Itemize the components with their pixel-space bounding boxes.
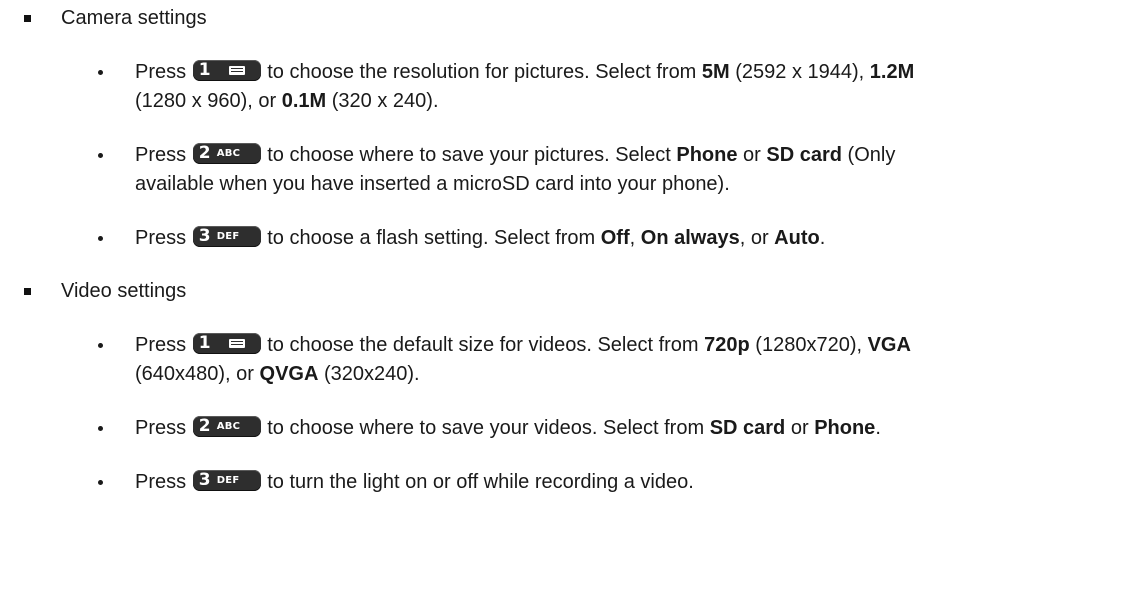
text-run: to choose the resolution for pictures. S…	[261, 61, 702, 83]
text-run: available when you have inserted a micro…	[135, 173, 730, 195]
text-run: (320 x 240).	[326, 90, 439, 112]
text-run: (1280 x 960), or	[135, 90, 282, 112]
text-run: to choose a flash setting. Select from	[261, 227, 601, 249]
text-run: (2592 x 1944),	[729, 61, 870, 83]
item-text: Press 1 to choose the default size for v…	[135, 331, 1125, 389]
key-number: 3	[198, 226, 211, 246]
square-bullet-icon	[24, 15, 31, 22]
keypad-key-1-icon: 1	[192, 333, 261, 354]
text-line: Press 3 DEF to choose a flash setting. Se…	[135, 224, 1125, 253]
section-heading: Camera settings	[61, 7, 207, 29]
keypad-key-1-icon: 1	[192, 60, 261, 81]
bullet-dot-icon	[98, 153, 103, 158]
text-run: (640x480), or	[135, 363, 260, 385]
text-line: Press 1 to choose the resolution for pic…	[135, 58, 1125, 87]
text-run: ,	[629, 227, 641, 249]
text-run: Press	[135, 334, 192, 356]
text-line: Press 2 ABC to choose where to save your …	[135, 141, 1125, 170]
text-run: (Only	[841, 144, 896, 166]
key-letters: DEF	[216, 231, 240, 242]
key-letters: DEF	[216, 475, 240, 486]
text-line: Press 1 to choose the default size for v…	[135, 331, 1125, 360]
text-run: to turn the light on or off while record…	[261, 471, 694, 493]
bullet-dot-icon	[98, 343, 103, 348]
envelope-icon	[228, 66, 245, 75]
text-line: (1280 x 960), or 0.1M (320 x 240).	[135, 87, 1125, 116]
text-run: Press	[135, 417, 192, 439]
key-number: 2	[198, 143, 211, 163]
text-line: available when you have inserted a micro…	[135, 170, 1125, 199]
text-run: Press	[135, 227, 192, 249]
text-run: or	[785, 417, 815, 439]
keypad-key-3-icon: 3 DEF	[192, 226, 261, 247]
envelope-icon	[228, 339, 245, 348]
bullet-dot-icon	[98, 480, 103, 485]
option-value: QVGA	[259, 363, 319, 385]
item-text: Press 2 ABC to choose where to save your …	[135, 414, 1125, 443]
keypad-key-2-icon: 2 ABC	[192, 416, 261, 437]
item-text: Press 3 DEF to choose a flash setting. Se…	[135, 224, 1125, 253]
option-value: SD card	[766, 144, 842, 166]
text-run: (320x240).	[318, 363, 420, 385]
bullet-dot-icon	[98, 426, 103, 431]
bullet-dot-icon	[98, 70, 103, 75]
bullet-dot-icon	[98, 236, 103, 241]
text-line: Press 2 ABC to choose where to save your …	[135, 414, 1125, 443]
option-value: Auto	[774, 227, 820, 249]
option-value: 5M	[701, 61, 730, 83]
option-value: 1.2M	[869, 61, 915, 83]
text-run: or	[737, 144, 767, 166]
keypad-key-3-icon: 3 DEF	[192, 470, 261, 491]
text-run: Press	[135, 61, 192, 83]
square-bullet-icon	[24, 288, 31, 295]
text-run: .	[875, 417, 881, 439]
text-line: (640x480), or QVGA (320x240).	[135, 360, 1125, 389]
key-number: 3	[198, 470, 211, 490]
option-value: Phone	[814, 417, 876, 439]
text-run: (1280x720),	[749, 334, 868, 356]
text-run: Press	[135, 471, 192, 493]
key-number: 2	[198, 416, 211, 436]
option-value: Off	[600, 227, 630, 249]
option-value: VGA	[867, 334, 911, 356]
keypad-key-2-icon: 2 ABC	[192, 143, 261, 164]
option-value: Phone	[676, 144, 738, 166]
key-number: 1	[198, 333, 211, 353]
section-heading: Video settings	[61, 280, 187, 302]
key-letters: ABC	[216, 148, 241, 159]
text-run: to choose where to save your videos. Sel…	[261, 417, 710, 439]
key-letters: ABC	[216, 421, 241, 432]
key-number: 1	[198, 60, 211, 80]
text-line: Press 3 DEF to turn the light on or off w…	[135, 468, 1125, 497]
item-text: Press 3 DEF to turn the light on or off w…	[135, 468, 1125, 497]
text-run: to choose where to save your pictures. S…	[261, 144, 677, 166]
text-run: .	[819, 227, 826, 249]
item-text: Press 1 to choose the resolution for pic…	[135, 58, 1125, 116]
option-value: 0.1M	[281, 90, 327, 112]
text-run: , or	[739, 227, 775, 249]
option-value: 720p	[704, 334, 750, 356]
text-run: to choose the default size for videos. S…	[261, 334, 705, 356]
text-run: Press	[135, 144, 192, 166]
option-value: SD card	[709, 417, 786, 439]
item-text: Press 2 ABC to choose where to save your …	[135, 141, 1125, 199]
option-value: On always	[640, 227, 740, 249]
